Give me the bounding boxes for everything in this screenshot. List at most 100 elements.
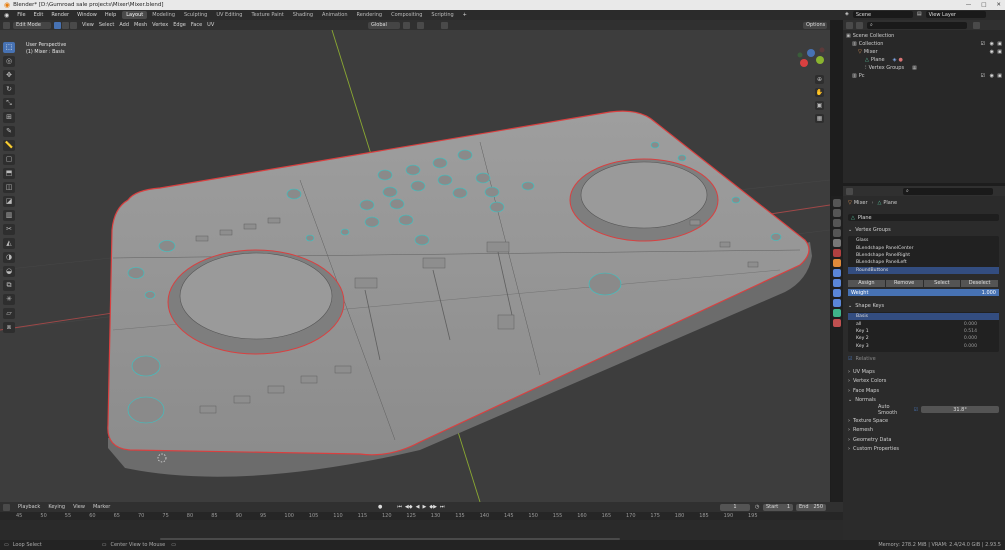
3d-viewport[interactable]: User Perspective (1) Mixer : Basis ⊕ ✋ ▣… (0, 30, 830, 502)
constraints-tab-icon[interactable] (833, 299, 841, 307)
spin-icon[interactable]: ◑ (3, 252, 15, 263)
options-button[interactable]: Options (803, 21, 827, 29)
minimize-button[interactable]: — (966, 2, 972, 8)
close-button[interactable]: ✕ (996, 2, 1001, 8)
uv-maps-section[interactable]: › UV Maps (848, 367, 999, 377)
timeline-ruler[interactable]: 45 50 55 60 65 70 75 80 85 90 95 100 105 110 115 120 125… (0, 512, 843, 540)
transform-icon[interactable]: ⊞ (3, 112, 15, 123)
select-button[interactable]: Select (923, 280, 961, 287)
outliner-row[interactable]: ⁝ Vertex Groups ▦ (843, 64, 1005, 72)
zoom-icon[interactable]: ⊕ (815, 75, 824, 84)
pivot-icon[interactable] (403, 21, 410, 29)
prev-keyframe-icon[interactable]: ◀◆ (405, 504, 413, 510)
proportional-edit-icon[interactable] (441, 21, 448, 29)
next-keyframe-icon[interactable]: ◆▶ (429, 504, 437, 510)
menu-help[interactable]: Help (105, 12, 116, 18)
checkbox-icon[interactable]: ☑ (914, 407, 918, 413)
knife-icon[interactable]: ✂ (3, 224, 15, 235)
list-item[interactable]: Key 2 0.000 (848, 335, 999, 342)
menu-add[interactable]: Add (119, 22, 129, 28)
scale-icon[interactable]: ⤡ (3, 98, 15, 109)
camera-icon[interactable]: ▣ (815, 101, 824, 110)
vertex-colors-section[interactable]: › Vertex Colors (848, 377, 999, 387)
physics-tab-icon[interactable] (833, 289, 841, 297)
outliner-editor-icon[interactable] (846, 21, 853, 29)
menu-marker[interactable]: Marker (93, 504, 110, 510)
list-item[interactable]: all 0.000 (848, 320, 999, 327)
tab-compositing[interactable]: Compositing (387, 11, 426, 19)
properties-editor-icon[interactable] (846, 187, 853, 195)
assign-button[interactable]: Assign (848, 280, 885, 287)
end-frame-field[interactable]: End 250 (796, 503, 826, 511)
vertex-groups-section[interactable]: ⌄ Vertex Groups (848, 226, 999, 234)
play-reverse-icon[interactable]: ◀ (416, 504, 420, 510)
menu-face[interactable]: Face (191, 22, 202, 28)
eye-icon[interactable]: ◉ (990, 41, 994, 47)
bevel-icon[interactable]: ◪ (3, 196, 15, 207)
edge-slide-icon[interactable]: ⧉ (3, 280, 15, 291)
list-item[interactable]: Glass (848, 237, 999, 244)
list-item[interactable]: BLendshape PanelRight (848, 252, 999, 259)
list-item[interactable]: Key 1 0.514 (848, 328, 999, 335)
tab-sculpting[interactable]: Sculpting (180, 11, 211, 19)
normals-section[interactable]: ⌄ Normals (848, 396, 999, 406)
menu-select[interactable]: Select (99, 22, 114, 28)
modifier-tab-icon[interactable] (833, 269, 841, 277)
scene-tab-icon[interactable] (833, 239, 841, 247)
menu-timeline-view[interactable]: View (73, 504, 85, 510)
tab-rendering[interactable]: Rendering (353, 11, 387, 19)
smooth-icon[interactable]: ◒ (3, 266, 15, 277)
shear-icon[interactable]: ▱ (3, 308, 15, 319)
view-layer-tab-icon[interactable] (833, 229, 841, 237)
scene-field[interactable]: Scene (852, 11, 913, 18)
checkbox-icon[interactable]: ☑ (981, 73, 985, 79)
list-item[interactable]: BLendshape PanelCenter (848, 244, 999, 251)
record-icon[interactable]: ● (378, 504, 382, 510)
tab-shading[interactable]: Shading (289, 11, 317, 19)
loop-cut-icon[interactable]: ▥ (3, 210, 15, 221)
texture-space-section[interactable]: › Texture Space (848, 416, 999, 426)
camera-render-icon[interactable]: ▣ (997, 41, 1002, 47)
grid-view-icon[interactable]: ▦ (815, 114, 824, 123)
menu-edit[interactable]: Edit (34, 12, 44, 18)
play-icon[interactable]: ▶ (422, 504, 426, 510)
tab-animation[interactable]: Animation (318, 11, 352, 19)
eye-icon[interactable]: ◉ (990, 49, 994, 55)
menu-view[interactable]: View (82, 22, 94, 28)
outliner-row[interactable]: △ Plane ◈ ● (843, 56, 1005, 64)
cursor-icon[interactable]: ◎ (3, 56, 15, 67)
deselect-button[interactable]: Deselect (961, 280, 998, 287)
outliner-row[interactable]: ▣ Scene Collection (843, 32, 1005, 40)
object-tab-icon[interactable] (833, 259, 841, 267)
tab-layout[interactable]: Layout (122, 11, 148, 19)
shrink-fatten-icon[interactable]: ✳ (3, 294, 15, 305)
menu-window[interactable]: Window (77, 12, 97, 18)
particles-tab-icon[interactable] (833, 279, 841, 287)
mesh-data-name-field[interactable]: △ Plane (848, 214, 999, 221)
menu-edge[interactable]: Edge (173, 22, 186, 28)
remove-button[interactable]: Remove (885, 280, 923, 287)
tab-texture-paint[interactable]: Texture Paint (247, 11, 287, 19)
tool-tab-icon[interactable] (833, 199, 841, 207)
menu-render[interactable]: Render (51, 12, 69, 18)
pan-hand-icon[interactable]: ✋ (815, 88, 824, 97)
weight-slider[interactable]: Weight 1.000 (848, 289, 999, 296)
menu-vertex[interactable]: Vertex (152, 22, 168, 28)
poly-build-icon[interactable]: ◭ (3, 238, 15, 249)
snap-icon[interactable] (417, 21, 424, 29)
world-tab-icon[interactable] (833, 249, 841, 257)
render-tab-icon[interactable] (833, 209, 841, 217)
geometry-data-section[interactable]: › Geometry Data (848, 435, 999, 445)
menu-file[interactable]: File (17, 12, 25, 18)
tab-uv-editing[interactable]: UV Editing (212, 11, 246, 19)
outliner-row[interactable]: ▽ Mixer ◉ ▣ (843, 48, 1005, 56)
select-box-icon[interactable]: ⬚ (3, 42, 15, 53)
remesh-section[interactable]: › Remesh (848, 426, 999, 436)
outliner-row[interactable]: ▥ Pc ☑ ◉ ▣ (843, 72, 1005, 80)
current-frame-field[interactable]: 1 (720, 503, 750, 511)
list-item[interactable]: Key 3 0.000 (848, 343, 999, 350)
inset-icon[interactable]: ◫ (3, 182, 15, 193)
menu-mesh[interactable]: Mesh (134, 22, 147, 28)
outliner-search-input[interactable]: ⌕ (867, 21, 967, 29)
add-workspace-button[interactable]: + (459, 11, 471, 19)
